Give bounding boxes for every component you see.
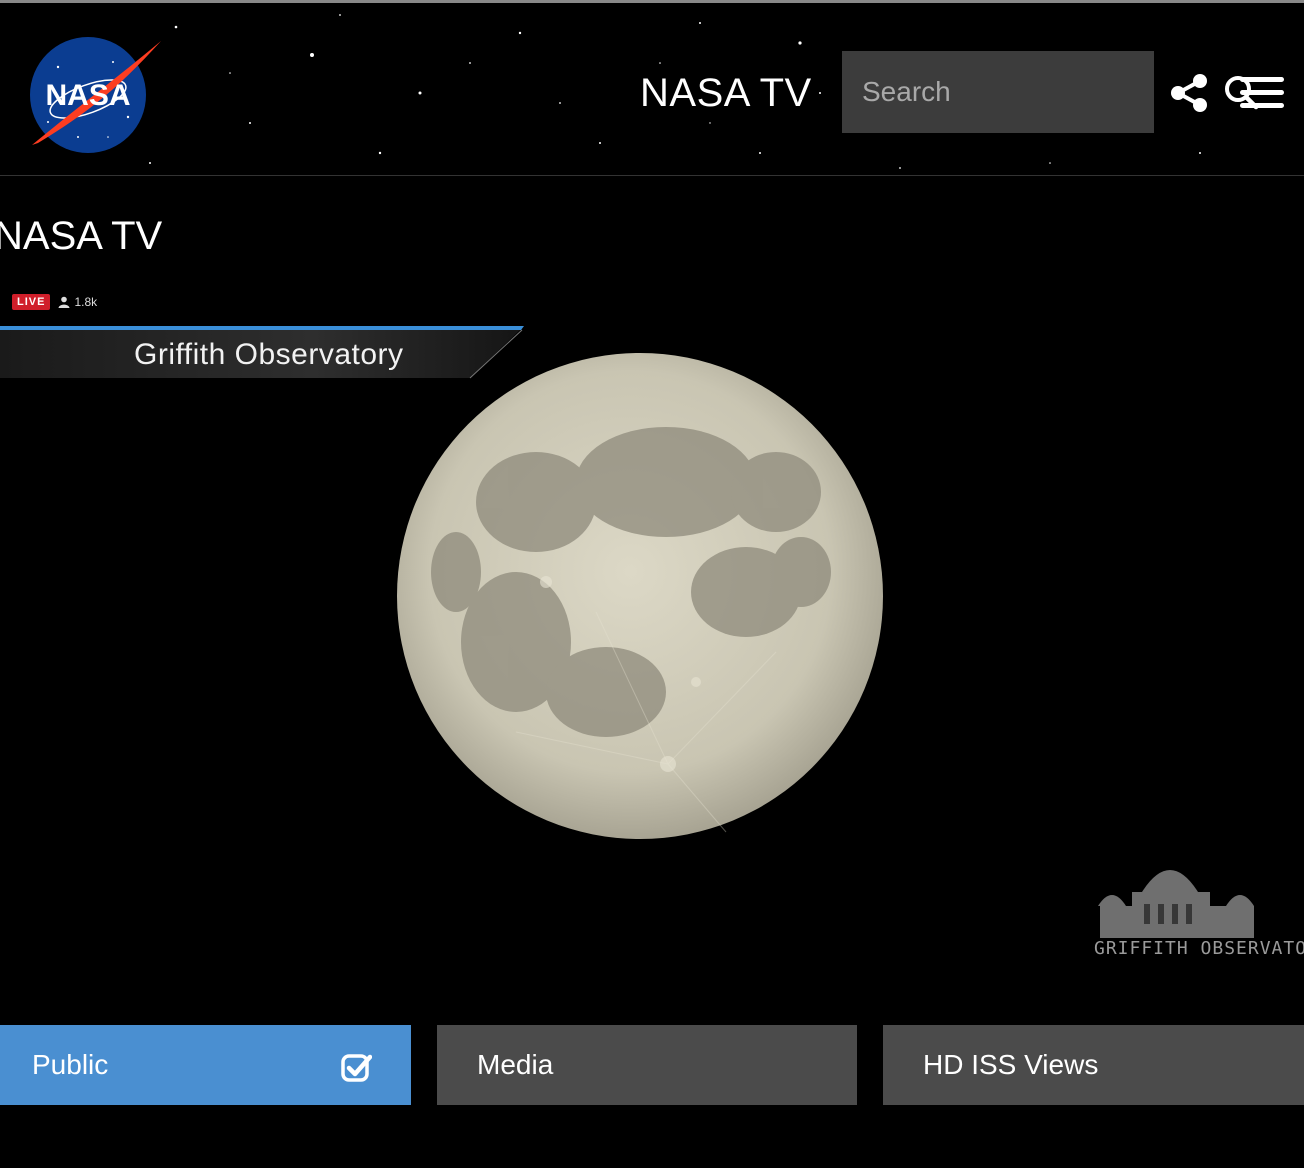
live-badge: LIVE (12, 294, 51, 310)
page-title: NASA TV (0, 214, 163, 258)
tab-label: Media (477, 1049, 554, 1080)
live-indicator: LIVE 1.8k (12, 294, 97, 310)
viewer-count: 1.8k (58, 295, 97, 309)
nasa-logo-text: NASA (45, 79, 130, 112)
viewer-count-value: 1.8k (74, 295, 98, 309)
person-icon (58, 296, 70, 308)
search-input[interactable] (842, 51, 1223, 133)
tab-media[interactable]: Media (437, 1025, 857, 1105)
tab-label: HD ISS Views (923, 1049, 1099, 1080)
nasa-logo[interactable]: NASA (18, 37, 166, 155)
griffith-watermark-text: GRIFFITH OBSERVATORY (1094, 938, 1304, 959)
banner-text: Griffith Observatory (134, 338, 404, 371)
menu-icon[interactable] (1238, 73, 1286, 113)
site-header: NASA NASA TV (0, 0, 1304, 176)
tab-public[interactable]: Public (0, 1025, 411, 1105)
search-bar (842, 51, 1259, 133)
check-icon (341, 1054, 372, 1082)
tab-label: Public (32, 1049, 109, 1080)
share-icon[interactable] (1168, 71, 1212, 115)
header-title[interactable]: NASA TV (640, 71, 812, 116)
video-player[interactable]: LIVE 1.8k Griffith Observatory GRIFFITH … (0, 280, 1304, 1010)
moon-image (397, 353, 883, 839)
tab-hd-iss-views[interactable]: HD ISS Views (883, 1025, 1304, 1105)
channel-tabs: Public Media HD ISS Views (0, 1025, 1304, 1105)
